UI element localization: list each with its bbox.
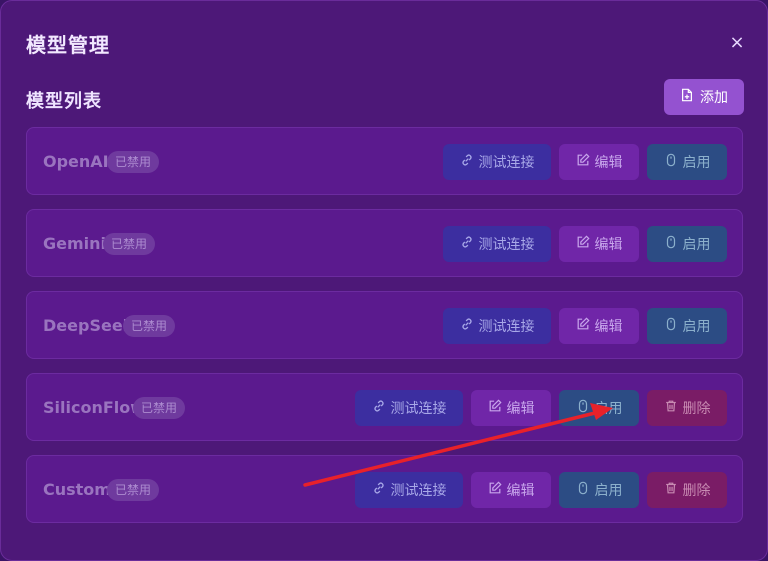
pencil-square-icon [488,399,502,417]
pencil-square-icon [576,153,590,171]
status-badge: 已禁用 [133,397,186,419]
edit-button[interactable]: 编辑 [559,308,639,344]
edit-label: 编辑 [594,319,623,335]
trash-icon [664,399,678,417]
link-icon [460,235,474,253]
mouse-icon [664,235,678,253]
pencil-square-icon [488,481,502,499]
enable-label: 启用 [594,483,623,499]
model-name: SiliconFlow [43,398,146,417]
file-plus-icon [680,88,694,106]
delete-button[interactable]: 删除 [647,472,727,508]
model-row-siliconflow: SiliconFlow 已禁用 测试连接 编辑 启用 删除 [26,373,743,441]
edit-label: 编辑 [506,483,535,499]
edit-label: 编辑 [506,401,535,417]
enable-label: 启用 [682,319,711,335]
link-icon [460,317,474,335]
enable-button[interactable]: 启用 [647,226,727,262]
mouse-icon [664,153,678,171]
trash-icon [664,481,678,499]
test-connection-label: 测试连接 [390,483,447,499]
pencil-square-icon [576,317,590,335]
close-icon[interactable]: × [725,31,749,55]
add-model-button[interactable]: 添加 [664,79,744,115]
model-name: Custom [43,480,111,499]
edit-button[interactable]: 编辑 [471,390,551,426]
model-row-openai: OpenAI 已禁用 测试连接 编辑 启用 [26,127,743,195]
test-connection-button[interactable]: 测试连接 [355,472,463,508]
test-connection-label: 测试连接 [478,237,535,253]
enable-button[interactable]: 启用 [559,390,639,426]
edit-button[interactable]: 编辑 [559,144,639,180]
model-row-gemini: Gemini 已禁用 测试连接 编辑 启用 [26,209,743,277]
link-icon [372,399,386,417]
mouse-icon [576,481,590,499]
enable-label: 启用 [594,401,623,417]
model-row-deepseek: DeepSeek 已禁用 测试连接 编辑 启用 [26,291,743,359]
add-button-label: 添加 [700,90,728,106]
edit-button[interactable]: 编辑 [471,472,551,508]
model-name: OpenAI [43,152,109,171]
status-badge: 已禁用 [107,479,160,501]
delete-label: 删除 [682,483,711,499]
test-connection-button[interactable]: 测试连接 [443,308,551,344]
delete-label: 删除 [682,401,711,417]
mouse-icon [664,317,678,335]
test-connection-label: 测试连接 [390,401,447,417]
link-icon [460,153,474,171]
dialog-title: 模型管理 [26,33,110,57]
model-management-dialog: 模型管理 × 模型列表 添加 OpenAI 已禁用 测试连接 编辑 启用 Gem… [0,0,768,561]
section-title: 模型列表 [26,91,102,112]
enable-label: 启用 [682,155,711,171]
mouse-icon [576,399,590,417]
edit-label: 编辑 [594,155,623,171]
enable-button[interactable]: 启用 [647,144,727,180]
model-name: DeepSeek [43,316,134,335]
status-badge: 已禁用 [123,315,176,337]
status-badge: 已禁用 [103,233,156,255]
status-badge: 已禁用 [107,151,160,173]
enable-label: 启用 [682,237,711,253]
edit-label: 编辑 [594,237,623,253]
edit-button[interactable]: 编辑 [559,226,639,262]
model-name: Gemini [43,234,107,253]
test-connection-label: 测试连接 [478,155,535,171]
delete-button[interactable]: 删除 [647,390,727,426]
test-connection-button[interactable]: 测试连接 [355,390,463,426]
test-connection-label: 测试连接 [478,319,535,335]
pencil-square-icon [576,235,590,253]
model-row-custom: Custom 已禁用 测试连接 编辑 启用 删除 [26,455,743,523]
test-connection-button[interactable]: 测试连接 [443,226,551,262]
test-connection-button[interactable]: 测试连接 [443,144,551,180]
enable-button[interactable]: 启用 [647,308,727,344]
enable-button[interactable]: 启用 [559,472,639,508]
link-icon [372,481,386,499]
